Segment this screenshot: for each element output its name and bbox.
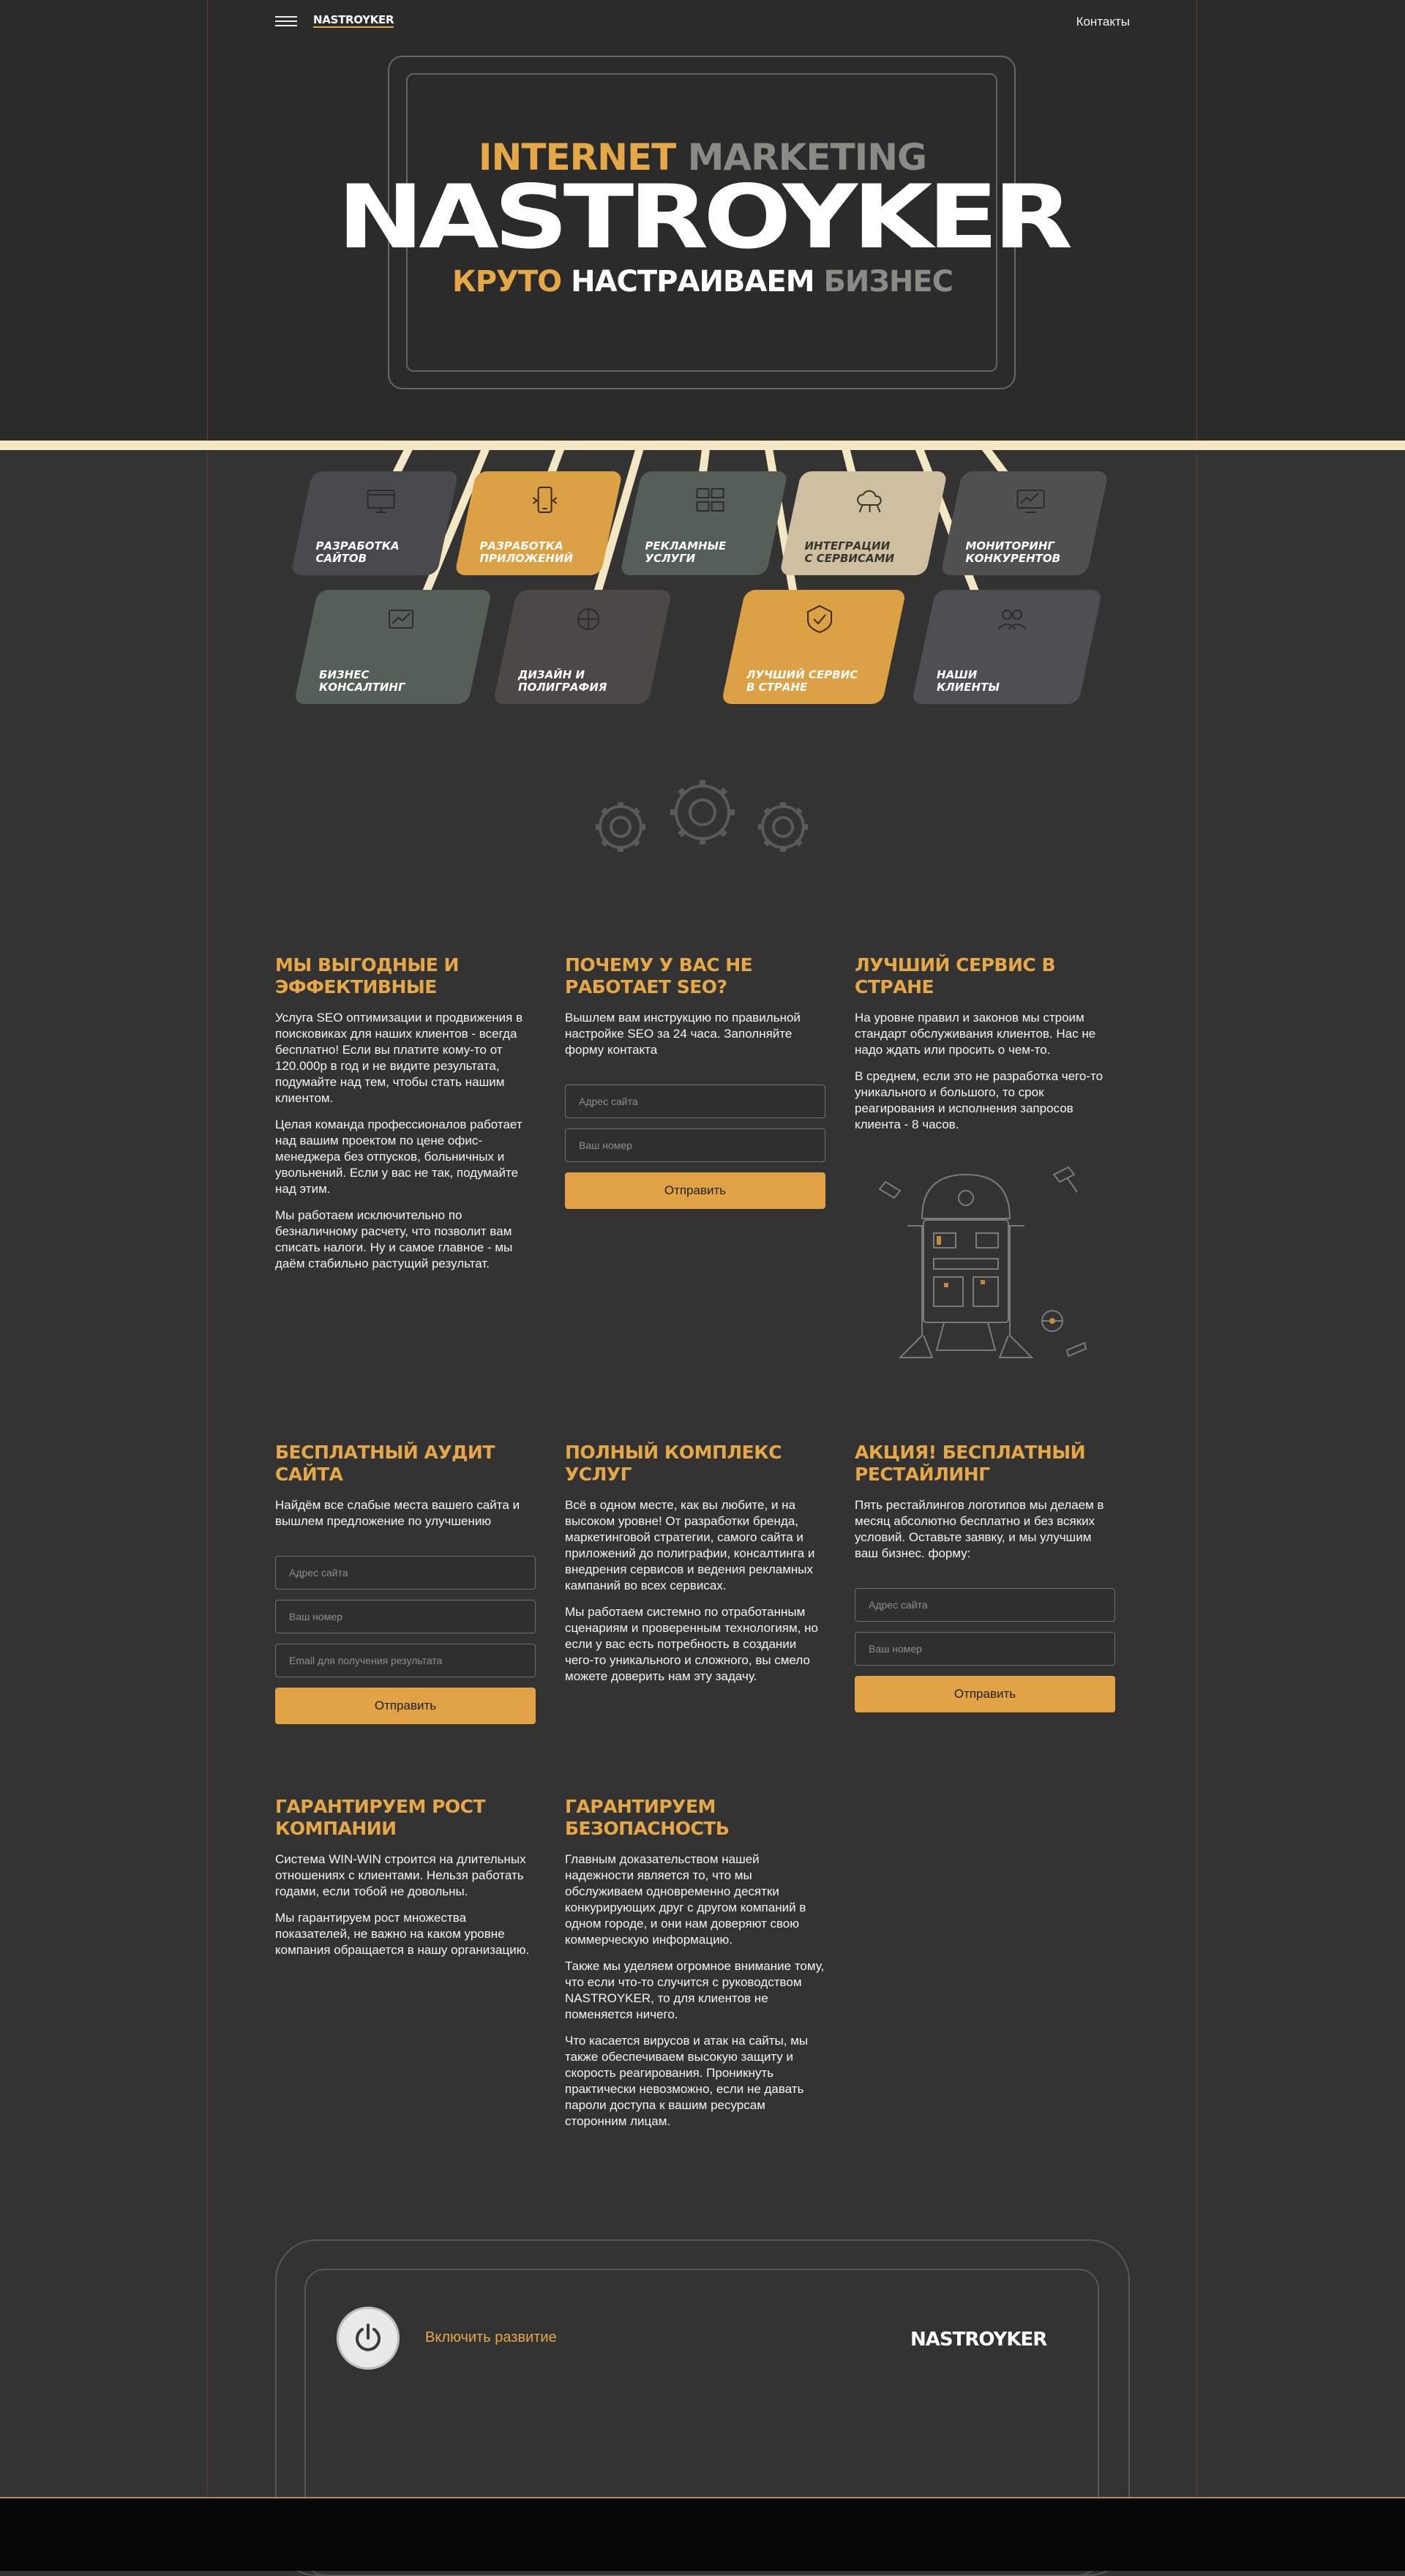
tile-app-dev-label: РАЗРАБОТКА ПРИЛОЖЕНИЙ <box>479 539 574 565</box>
block-benefits-text3: Мы работаем исключительно по безналичном… <box>275 1208 513 1270</box>
block-benefits-title: МЫ ВЫГОДНЫЕ И ЭФФЕКТИВНЫЕ <box>275 954 459 997</box>
block-benefits: МЫ ВЫГОДНЫЕ И ЭФФЕКТИВНЫЕ Услуга SEO опт… <box>275 954 539 1282</box>
block-restyling-text: Пять рестайлингов логотипов мы делаем в … <box>855 1498 1104 1560</box>
footer-logo: NASTROYKER <box>910 2329 1047 2351</box>
header-logo[interactable]: NASTROYKER <box>313 14 394 28</box>
contacts-link[interactable]: Контакты <box>1076 15 1130 29</box>
block-seo-text: Вышлем вам инструкцию по правильной наст… <box>565 1011 801 1057</box>
seo-submit-button[interactable]: Отправить <box>565 1172 825 1209</box>
block-full-complex: ПОЛНЫЙ КОМПЛЕКС УСЛУГ Всё в одном месте,… <box>565 1442 828 1695</box>
consulting-icon <box>389 610 414 629</box>
block-security-title: ГАРАНТИРУЕМ БЕЗОПАСНОСТЬ <box>565 1796 730 1839</box>
guide-line-left <box>207 0 208 2497</box>
block-growth-text2: Мы гарантируем рост множества показателе… <box>275 1911 530 1957</box>
tile-best-service[interactable]: ЛУЧШИЙ СЕРВИС В СТРАНЕ <box>721 590 907 704</box>
service-icon <box>807 604 833 634</box>
tile-design[interactable]: ДИЗАЙН И ПОЛИГРАФИЯ <box>492 590 672 704</box>
block-full-complex-text2: Мы работаем системно по отработанным сце… <box>565 1605 818 1683</box>
ads-icon <box>696 488 724 512</box>
clients-icon <box>997 610 1027 630</box>
web-dev-icon <box>367 490 395 513</box>
hero-tagline: КРУТО НАСТРАИВАЕМ БИЗНЕС <box>0 265 1405 299</box>
block-audit-text: Найдём все слабые места вашего сайта и в… <box>275 1498 520 1528</box>
tile-monitoring[interactable]: МОНИТОРИНГ КОНКУРЕНТОВ <box>940 471 1109 575</box>
block-security: ГАРАНТИРУЕМ БЕЗОПАСНОСТЬ Главным доказат… <box>565 1796 828 2140</box>
tile-app-dev[interactable]: РАЗРАБОТКА ПРИЛОЖЕНИЙ <box>454 471 623 575</box>
tile-web-dev-label: РАЗРАБОТКА САЙТОВ <box>315 539 400 565</box>
hero-tagline-word2: НАСТРАИВАЕМ <box>571 265 814 299</box>
block-best-service-text1: На уровне правил и законов мы строим ста… <box>855 1011 1096 1057</box>
block-best-service: ЛУЧШИЙ СЕРВИС В СТРАНЕ На уровне правил … <box>855 954 1118 1143</box>
seo-phone-input[interactable] <box>565 1128 825 1162</box>
bottom-strip <box>0 2497 1405 2571</box>
enable-development-link[interactable]: Включить развитие <box>425 2329 557 2346</box>
tile-consulting-label: БИЗНЕС КОНСАЛТИНГ <box>319 668 405 694</box>
block-audit: БЕСПЛАТНЫЙ АУДИТ САЙТА Найдём все слабые… <box>275 1442 539 1724</box>
guide-line-right <box>1196 0 1197 2497</box>
block-security-text3: Что касается вирусов и атак на сайты, мы… <box>565 2034 809 2128</box>
restyling-phone-input[interactable] <box>855 1632 1115 1666</box>
block-restyling-title: АКЦИЯ! БЕСПЛАТНЫЙ РЕСТАЙЛИНГ <box>855 1442 1086 1485</box>
block-full-complex-text1: Всё в одном месте, как вы любите, и на в… <box>565 1498 815 1592</box>
block-benefits-text2: Целая команда профессионалов работает на… <box>275 1117 522 1196</box>
power-icon <box>356 2324 381 2351</box>
block-seo: ПОЧЕМУ У ВАС НЕ РАБОТАЕТ SEO? Вышлем вам… <box>565 954 828 1209</box>
block-security-text1: Главным доказательством нашей надежности… <box>565 1852 806 1947</box>
seo-site-input[interactable] <box>565 1085 825 1118</box>
block-security-text2: Также мы уделяем огромное внимание тому,… <box>565 1959 825 2021</box>
block-seo-title: ПОЧЕМУ У ВАС НЕ РАБОТАЕТ SEO? <box>565 954 753 997</box>
services-grid: РАЗРАБОТКА САЙТОВ РАЗРАБОТКА ПРИЛОЖЕНИЙ РЕ… <box>0 439 1405 732</box>
robot-illustration <box>878 1166 1087 1358</box>
block-audit-title: БЕСПЛАТНЫЙ АУДИТ САЙТА <box>275 1442 495 1485</box>
cloud-icon <box>857 490 882 513</box>
audit-site-input[interactable] <box>275 1556 536 1590</box>
restyling-submit-button[interactable]: Отправить <box>855 1676 1115 1712</box>
tile-consulting[interactable]: БИЗНЕС КОНСАЛТИНГ <box>293 590 492 704</box>
header: NASTROYKER Контакты <box>275 0 1130 44</box>
tile-ads-label: РЕКЛАМНЫЕ УСЛУГИ <box>645 539 727 565</box>
audit-phone-input[interactable] <box>275 1600 536 1633</box>
block-growth-text1: Система WIN-WIN строится на длительных о… <box>275 1852 526 1898</box>
block-growth-title: ГАРАНТИРУЕМ РОСТ КОМПАНИИ <box>275 1796 486 1839</box>
hero-tagline-word3: БИЗНЕС <box>823 265 953 299</box>
hero-title: NASTROYKER <box>337 167 1073 269</box>
block-best-service-text2: В среднем, если это не разработка чего-т… <box>855 1069 1104 1131</box>
monitoring-icon <box>1016 490 1045 513</box>
audit-submit-button[interactable]: Отправить <box>275 1688 536 1724</box>
block-restyling: АКЦИЯ! БЕСПЛАТНЫЙ РЕСТАЙЛИНГ Пять рестай… <box>855 1442 1118 1712</box>
tile-monitoring-label: МОНИТОРИНГ КОНКУРЕНТОВ <box>965 539 1061 565</box>
tile-clients[interactable]: НАШИ КЛИЕНТЫ <box>911 590 1103 704</box>
tile-integrations-label: ИНТЕГРАЦИИ С СЕРВИСАМИ <box>804 539 895 565</box>
tile-design-label: ДИЗАЙН И ПОЛИГРАФИЯ <box>518 668 607 694</box>
gears-icon <box>596 780 808 852</box>
block-benefits-text1: Услуга SEO оптимизации и продвижения в п… <box>275 1011 523 1105</box>
tile-ads[interactable]: РЕКЛАМНЫЕ УСЛУГИ <box>619 471 789 575</box>
tile-web-dev[interactable]: РАЗРАБОТКА САЙТОВ <box>290 471 460 575</box>
audit-email-input[interactable] <box>275 1644 536 1677</box>
block-full-complex-title: ПОЛНЫЙ КОМПЛЕКС УСЛУГ <box>565 1442 782 1485</box>
app-dev-icon <box>532 487 558 513</box>
menu-icon[interactable] <box>275 16 297 28</box>
tile-integrations[interactable]: ИНТЕГРАЦИИ С СЕРВИСАМИ <box>779 471 948 575</box>
tile-clients-label: НАШИ КЛИЕНТЫ <box>937 668 1000 694</box>
block-best-service-title: ЛУЧШИЙ СЕРВИС В СТРАНЕ <box>855 954 1056 997</box>
power-button[interactable] <box>337 2307 400 2370</box>
block-growth: ГАРАНТИРУЕМ РОСТ КОМПАНИИ Система WIN-WI… <box>275 1796 539 1969</box>
design-icon <box>577 608 600 630</box>
hero-tagline-word1: КРУТО <box>452 265 562 299</box>
tile-best-service-label: ЛУЧШИЙ СЕРВИС В СТРАНЕ <box>746 668 858 694</box>
restyling-site-input[interactable] <box>855 1588 1115 1622</box>
